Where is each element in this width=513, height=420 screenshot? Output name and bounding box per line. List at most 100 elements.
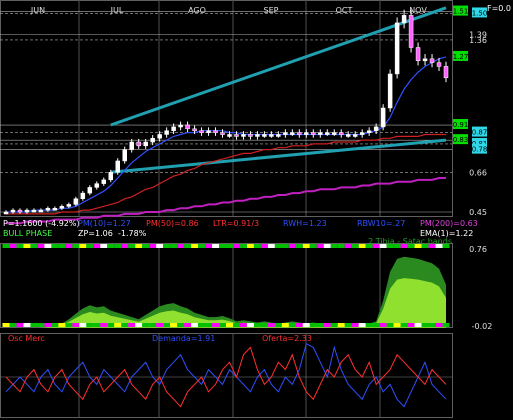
phase-strip-top: [72, 244, 80, 248]
phase-strip-top: [351, 244, 359, 248]
phase-strip-bottom: [281, 323, 289, 327]
phase-strip-bottom: [107, 323, 115, 327]
phase-strip-bottom: [212, 323, 220, 327]
candle-body: [262, 134, 267, 137]
phase-strip-top: [407, 244, 415, 248]
indicator-readout: LTR=0.91/3: [213, 219, 259, 228]
phase-strip-bottom: [16, 323, 24, 327]
phase-strip-top: [428, 244, 436, 248]
price-badge-label: 0.87: [472, 129, 488, 137]
candle-body: [122, 149, 127, 162]
phase-strip-bottom: [142, 323, 150, 327]
candle-body: [248, 134, 253, 137]
phase-strip-bottom: [205, 323, 213, 327]
phase-strip-top: [100, 244, 108, 248]
candle-body: [345, 134, 351, 137]
price-badge-label: 1.51: [453, 8, 469, 16]
candle-body: [199, 130, 204, 133]
candle-body: [380, 107, 386, 128]
phase-strip-top: [232, 244, 240, 248]
phase-strip-bottom: [184, 323, 192, 327]
price-badge-label: 0.91: [453, 121, 469, 129]
phase-strip-bottom: [156, 323, 164, 327]
phase-strip-bottom: [428, 323, 436, 327]
phase-strip-top: [400, 244, 408, 248]
price-tick-label: 0.66: [469, 168, 487, 177]
candle-body: [185, 124, 190, 130]
price-badge-label: 1.50: [472, 9, 488, 17]
candle-body: [297, 132, 302, 135]
phase-strip-top: [246, 244, 254, 248]
f-label: F=0.0: [487, 4, 511, 13]
phase-strip-bottom: [358, 323, 366, 327]
phase-strip-top: [51, 244, 59, 248]
phase-strip-top: [198, 244, 206, 248]
phase-strip-bottom: [177, 323, 185, 327]
phase-strip-bottom: [72, 323, 80, 327]
phase-strip-bottom: [435, 323, 443, 327]
phase-strip-top: [16, 244, 24, 248]
candle-body: [213, 130, 218, 133]
phase-strip-top: [135, 244, 143, 248]
phase-strip-top: [309, 244, 317, 248]
candle-body: [401, 15, 407, 24]
phase-strip-bottom: [365, 323, 373, 327]
phase-strip-bottom: [414, 323, 422, 327]
phase-strip-bottom: [23, 323, 31, 327]
phase-strip-bottom: [260, 323, 268, 327]
candle-body: [422, 58, 428, 62]
phase-strip-bottom: [316, 323, 324, 327]
chart-stage: JUN JUL AGO SEP OCT NOV F=0.0 1.39 1.36 0.66 0.45 1…: [0, 0, 513, 420]
phase-strip-top: [121, 244, 129, 248]
phase-strip-bottom: [100, 323, 108, 327]
phase-strip-bottom: [337, 323, 345, 327]
phase-strip-bottom: [135, 323, 143, 327]
indicator-readout: PM(50)=0.86: [146, 219, 199, 228]
phase-strip-bottom: [149, 323, 157, 327]
phase-strip-top: [79, 244, 87, 248]
candle-body: [24, 209, 30, 213]
phase-strip-top: [44, 244, 52, 248]
phase-strip-top: [23, 244, 31, 248]
candle-body: [220, 132, 225, 135]
phase-strip-top: [330, 244, 338, 248]
phase-strip-top: [86, 244, 94, 248]
phase-strip-top: [288, 244, 296, 248]
phase-strip-bottom: [344, 323, 352, 327]
price-badge-label: 0.78: [472, 146, 488, 154]
phase-strip-top: [2, 244, 10, 248]
phase-strip-bottom: [267, 323, 275, 327]
phase-strip-top: [184, 244, 192, 248]
phase-strip-top: [219, 244, 227, 248]
indicator-readout: RBW10=.27: [357, 219, 405, 228]
candle-body: [338, 132, 344, 135]
candle-body: [108, 172, 114, 181]
candle-body: [94, 183, 100, 188]
phase-strip-bottom: [386, 323, 394, 327]
indicator-readout: PM(200)=0.63: [420, 219, 478, 228]
phase-strip-top: [295, 244, 303, 248]
phase-strip-bottom: [163, 323, 171, 327]
tibias-bottom-label: -0.02: [472, 322, 493, 331]
phase-strip-top: [316, 244, 324, 248]
phase-strip-top: [142, 244, 150, 248]
phase-strip-top: [372, 244, 380, 248]
phase-strip-bottom: [323, 323, 331, 327]
candle-body: [87, 187, 93, 194]
phase-strip-bottom: [30, 323, 38, 327]
candle-body: [10, 209, 16, 213]
candle-body: [352, 134, 358, 137]
candle-body: [255, 134, 260, 137]
phase-strip-top: [337, 244, 345, 248]
phase-strip-bottom: [372, 323, 380, 327]
candle-body: [269, 134, 274, 137]
month-label-oct: OCT: [336, 6, 353, 15]
candle-body: [318, 132, 323, 135]
candle-body: [415, 47, 421, 61]
phase-strip-bottom: [274, 323, 282, 327]
indicator-readout: PM(10)=1.27: [78, 219, 131, 228]
candle-body: [73, 198, 79, 205]
phase-strip-bottom: [288, 323, 296, 327]
flow-label: Osc Merc: [8, 334, 45, 343]
phase-strip-top: [302, 244, 310, 248]
